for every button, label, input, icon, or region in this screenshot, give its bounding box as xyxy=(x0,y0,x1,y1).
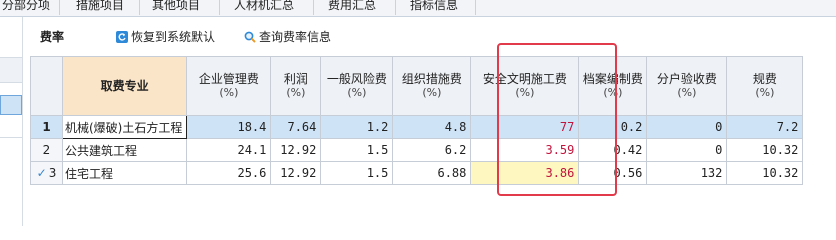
fee-rate-table: 取费专业 企业管理费 (%) 利润 (%) 一般风险费 (%) 组织措施费 (%) 安全… xyxy=(30,56,804,185)
header-cell[interactable]: 安全文明施工费 (%) xyxy=(470,56,580,116)
table-header-row: 取费专业 企业管理费 (%) 利润 (%) 一般风险费 (%) 组织措施费 (%) 安全… xyxy=(30,56,804,116)
table-cell[interactable]: 1.5 xyxy=(320,161,394,185)
table-cell[interactable]: 77 xyxy=(470,115,580,139)
header-cell[interactable]: 取费专业 xyxy=(61,56,188,116)
table-cell[interactable]: 18.4 xyxy=(186,115,272,139)
table-cell[interactable]: 12.92 xyxy=(270,161,322,185)
table-cell[interactable]: 0 xyxy=(646,138,728,162)
table-cell[interactable]: 10.32 xyxy=(726,161,804,185)
restore-default-label: 恢复到系统默认 xyxy=(131,30,216,44)
fee-specialty-cell[interactable]: 机械(爆破)土石方工程 xyxy=(61,115,188,139)
tab-cost-summary[interactable]: 费用汇总 xyxy=(314,0,396,15)
fee-specialty-cell[interactable]: 公共建筑工程 xyxy=(61,138,188,162)
tab-measure-items[interactable]: 措施项目 xyxy=(60,0,140,15)
table-cell[interactable]: 25.6 xyxy=(186,161,272,185)
header-cell[interactable]: 规费 (%) xyxy=(726,56,804,116)
table-row[interactable]: ✓ 3 住宅工程 25.6 12.92 1.5 6.88 3.86 0.56 13… xyxy=(30,161,804,185)
table-cell[interactable]: 7.2 xyxy=(726,115,804,139)
left-side-panel xyxy=(0,17,23,226)
table-cell[interactable]: 6.88 xyxy=(392,161,472,185)
table-row[interactable]: 1 机械(爆破)土石方工程 18.4 7.64 1.2 4.8 77 0.2 0… xyxy=(30,115,804,139)
header-cell[interactable]: 利润 (%) xyxy=(270,56,322,116)
table-cell[interactable]: 4.8 xyxy=(392,115,472,139)
left-panel-header xyxy=(0,57,22,83)
table-cell[interactable]: 1.2 xyxy=(320,115,394,139)
header-cell[interactable]: 档案编制费 (%) xyxy=(578,56,648,116)
row-index: 2 xyxy=(30,138,63,162)
restore-icon xyxy=(116,31,128,43)
left-panel-row[interactable] xyxy=(0,117,22,138)
left-panel-selected-row[interactable] xyxy=(0,95,22,115)
table-cell[interactable]: 3.86 xyxy=(470,161,580,185)
table-cell[interactable]: 12.92 xyxy=(270,138,322,162)
query-rate-button[interactable]: 查询费率信息 xyxy=(244,28,331,45)
restore-default-button[interactable]: 恢复到系统默认 xyxy=(116,28,215,45)
search-icon xyxy=(244,31,256,43)
table-cell[interactable]: 0.56 xyxy=(578,161,648,185)
header-cell[interactable]: 企业管理费 (%) xyxy=(186,56,272,116)
table-cell[interactable]: 0.2 xyxy=(578,115,648,139)
header-cell[interactable]: 一般风险费 (%) xyxy=(320,56,394,116)
table-cell[interactable]: 3.59 xyxy=(470,138,580,162)
header-cell[interactable]: 组织措施费 (%) xyxy=(392,56,472,116)
row-index: ✓ 3 xyxy=(30,161,63,185)
tab-division-items[interactable]: 分部分项 xyxy=(0,0,60,15)
table-cell[interactable]: 1.5 xyxy=(320,138,394,162)
table-cell[interactable]: 132 xyxy=(646,161,728,185)
fee-rate-grid: 取费专业 企业管理费 (%) 利润 (%) 一般风险费 (%) 组织措施费 (%) 安全… xyxy=(30,56,836,226)
query-rate-label: 查询费率信息 xyxy=(259,30,332,44)
check-icon: ✓ xyxy=(36,166,47,180)
header-cell[interactable]: 分户验收费 (%) xyxy=(646,56,728,116)
tab-other-items[interactable]: 其他项目 xyxy=(140,0,220,15)
fee-rate-toolbar: 费率 恢复到系统默认 查询费率信息 xyxy=(30,18,836,54)
table-cell[interactable]: 7.64 xyxy=(270,115,322,139)
table-cell[interactable]: 6.2 xyxy=(392,138,472,162)
table-cell[interactable]: 24.1 xyxy=(186,138,272,162)
tab-material-summary[interactable]: 人材机汇总 xyxy=(220,0,314,15)
table-row[interactable]: 2 公共建筑工程 24.1 12.92 1.5 6.2 3.59 0.42 0 … xyxy=(30,138,804,162)
row-index: 1 xyxy=(30,115,63,139)
table-cell[interactable]: 10.32 xyxy=(726,138,804,162)
tab-index-info[interactable]: 指标信息 xyxy=(396,0,476,15)
fee-rate-title: 费率 xyxy=(40,30,65,44)
table-cell[interactable]: 0 xyxy=(646,115,728,139)
module-tab-bar: 分部分项 措施项目 其他项目 人材机汇总 费用汇总 指标信息 xyxy=(0,0,836,17)
header-index xyxy=(30,56,63,116)
fee-specialty-cell[interactable]: 住宅工程 xyxy=(61,161,188,185)
table-cell[interactable]: 0.42 xyxy=(578,138,648,162)
